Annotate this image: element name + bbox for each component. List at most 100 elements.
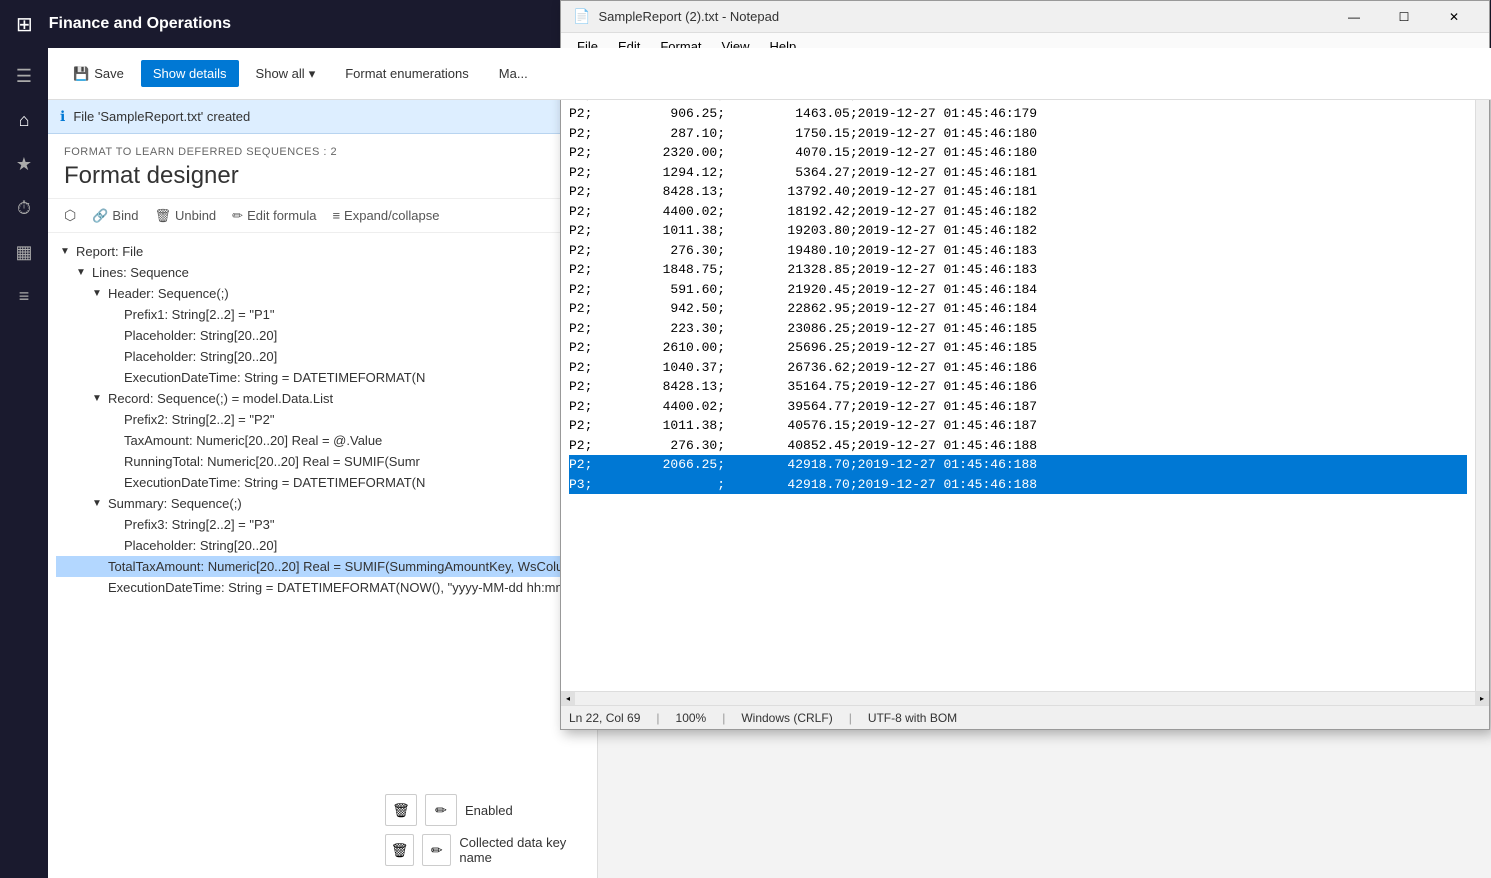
sidebar-icon-home[interactable]: ⌂ [4,100,44,140]
tree-item[interactable]: ▼Record: Sequence(;) = model.Data.List [56,388,589,409]
show-all-label: Show all [256,66,305,81]
notepad-line: P3; ; 42918.70;2019-12-27 01:45:46:188 [569,475,1467,495]
page-subtitle: FORMAT TO LEARN DEFERRED SEQUENCES : 2 [64,146,581,158]
notepad-line: P2; 1040.37; 26736.62;2019-12-27 01:45:4… [569,360,1037,375]
edit-button-2[interactable]: ✏ [422,834,451,866]
maximize-button[interactable]: ☐ [1381,1,1427,33]
tree-item-label: Header: Sequence(;) [108,286,229,301]
page-header: FORMAT TO LEARN DEFERRED SEQUENCES : 2 F… [48,134,597,199]
edit-button-1[interactable]: ✏ [425,794,457,826]
collected-key-label: Collected data key name [459,835,589,865]
tree-item[interactable]: TotalTaxAmount: Numeric[20..20] Real = S… [56,556,589,577]
tree-item[interactable]: ▼Report: File [56,241,589,262]
notepad-line: P2; 276.30; 40852.45;2019-12-27 01:45:46… [569,438,1037,453]
tree-item-label: TotalTaxAmount: Numeric[20..20] Real = S… [108,559,597,574]
action-bar: ⬡ 🔗 Bind 🗑 Unbind ✏ Edit formula ≡ Expan… [48,199,597,233]
notepad-line: P2; 2610.00; 25696.25;2019-12-27 01:45:4… [569,340,1037,355]
edit-formula-link[interactable]: ✏ Edit formula [232,208,316,224]
tree-item[interactable]: ▼Header: Sequence(;) [56,283,589,304]
notepad-line: P2; 1848.75; 21328.85;2019-12-27 01:45:4… [569,262,1037,277]
notepad-text[interactable]: P1; ; ;2019-12-27 01:45:46:120 P2; 556.8… [561,61,1475,691]
delete-button-1[interactable]: 🗑 [385,794,417,826]
tree-arrow-icon: ▼ [92,288,108,299]
page-title: Format designer [64,162,581,190]
notepad-line: P2; 287.10; 1750.15;2019-12-27 01:45:46:… [569,126,1037,141]
notepad-hscroll[interactable]: ◂ ▸ [561,691,1489,705]
tree-item-label: Report: File [76,244,143,259]
tree-item-label: Prefix1: String[2..2] = "P1" [124,307,275,322]
tree-item-label: Lines: Sequence [92,265,189,280]
filter-icon: ⬡ [64,207,76,224]
encoding: UTF-8 with BOM [868,711,957,725]
notepad-line: P2; 2320.00; 4070.15;2019-12-27 01:45:46… [569,145,1037,160]
tree-item[interactable]: TaxAmount: Numeric[20..20] Real = @.Valu… [56,430,589,451]
tree-item-label: TaxAmount: Numeric[20..20] Real = @.Valu… [124,433,382,448]
save-label: Save [94,66,124,81]
enabled-action-row: 🗑 ✏ Enabled [385,790,589,830]
tree-item[interactable]: RunningTotal: Numeric[20..20] Real = SUM… [56,451,589,472]
main-content: ℹ File 'SampleReport.txt' created FORMAT… [48,100,598,878]
manage-button[interactable]: Ma... [486,59,541,88]
tree-item-label: Placeholder: String[20..20] [124,538,277,553]
notepad-line: P2; 1294.12; 5364.27;2019-12-27 01:45:46… [569,165,1037,180]
bind-link[interactable]: 🔗 Bind [92,208,138,224]
show-details-label: Show details [153,66,227,81]
delete-button-2[interactable]: 🗑 [385,834,414,866]
toolbar: 💾 Save Show details Show all ▾ Format en… [48,48,1491,100]
sidebar-icon-favorites[interactable]: ★ [4,144,44,184]
tree-item[interactable]: ExecutionDateTime: String = DATETIMEFORM… [56,367,589,388]
unbind-link[interactable]: 🗑 Unbind [154,208,216,224]
close-button[interactable]: ✕ [1431,1,1477,33]
minimize-button[interactable]: — [1331,1,1377,33]
tree-item[interactable]: Placeholder: String[20..20] [56,346,589,367]
notepad-line: P2; 276.30; 19480.10;2019-12-27 01:45:46… [569,243,1037,258]
tree-item-label: Placeholder: String[20..20] [124,328,277,343]
sidebar-icon-menu[interactable]: ☰ [4,56,44,96]
tree-item[interactable]: Placeholder: String[20..20] [56,325,589,346]
tree-item[interactable]: ▼Summary: Sequence(;) [56,493,589,514]
tree-item[interactable]: Prefix3: String[2..2] = "P3" [56,514,589,535]
tree-item-label: Summary: Sequence(;) [108,496,242,511]
bottom-panel: 🗑 ✏ Enabled 🗑 ✏ Collected data key name [377,782,597,878]
notepad-title: SampleReport (2).txt - Notepad [598,9,1323,24]
tree-arrow-icon: ▼ [60,246,76,257]
sidebar-icon-recent[interactable]: ⏱ [4,188,44,228]
sidebar-icon-list[interactable]: ≡ [4,276,44,316]
edit-formula-label: Edit formula [247,208,316,223]
notepad-scrollbar[interactable] [1475,61,1489,691]
hscroll-right-button[interactable]: ▸ [1475,692,1489,706]
show-all-dropdown[interactable]: Show all ▾ [243,59,329,89]
dropdown-arrow-icon: ▾ [309,66,316,82]
tree-item[interactable]: ExecutionDateTime: String = DATETIMEFORM… [56,472,589,493]
tree-item-label: Record: Sequence(;) = model.Data.List [108,391,333,406]
expand-collapse-label: Expand/collapse [344,208,439,223]
notepad-titlebar: 📄 SampleReport (2).txt - Notepad — ☐ ✕ [561,1,1489,33]
notepad-line: P2; 4400.02; 39564.77;2019-12-27 01:45:4… [569,399,1037,414]
tree-item[interactable]: ExecutionDateTime: String = DATETIMEFORM… [56,577,589,598]
show-details-button[interactable]: Show details [141,60,239,87]
tree-item[interactable]: ▼Lines: Sequence [56,262,589,283]
sidebar-icon-modules[interactable]: ▦ [4,232,44,272]
grid-icon[interactable]: ⊞ [16,12,33,37]
bind-icon: 🔗 [92,208,108,224]
notepad-line: P2; 906.25; 1463.05;2019-12-27 01:45:46:… [569,106,1037,121]
info-message: File 'SampleReport.txt' created [73,109,250,124]
notepad-statusbar: Ln 22, Col 69 | 100% | Windows (CRLF) | … [561,705,1489,729]
tree-item-label: ExecutionDateTime: String = DATETIMEFORM… [124,370,425,385]
tree-item[interactable]: Prefix2: String[2..2] = "P2" [56,409,589,430]
notepad-line: P2; 591.60; 21920.45;2019-12-27 01:45:46… [569,282,1037,297]
tree-item[interactable]: Prefix1: String[2..2] = "P1" [56,304,589,325]
tree-item[interactable]: Placeholder: String[20..20] [56,535,589,556]
expand-collapse-link[interactable]: ≡ Expand/collapse [332,208,439,223]
enabled-label: Enabled [465,803,513,818]
hscroll-left-button[interactable]: ◂ [561,692,575,706]
tree-item-label: ExecutionDateTime: String = DATETIMEFORM… [108,580,597,595]
format-enumerations-button[interactable]: Format enumerations [332,59,482,88]
expand-collapse-icon: ≡ [332,208,340,223]
notepad-line: P2; 2066.25; 42918.70;2019-12-27 01:45:4… [569,455,1467,475]
line-ending: Windows (CRLF) [741,711,832,725]
save-icon: 💾 [73,66,89,82]
save-button[interactable]: 💾 Save [60,59,137,89]
notepad-line: P2; 942.50; 22862.95;2019-12-27 01:45:46… [569,301,1037,316]
tree-item-label: ExecutionDateTime: String = DATETIMEFORM… [124,475,425,490]
